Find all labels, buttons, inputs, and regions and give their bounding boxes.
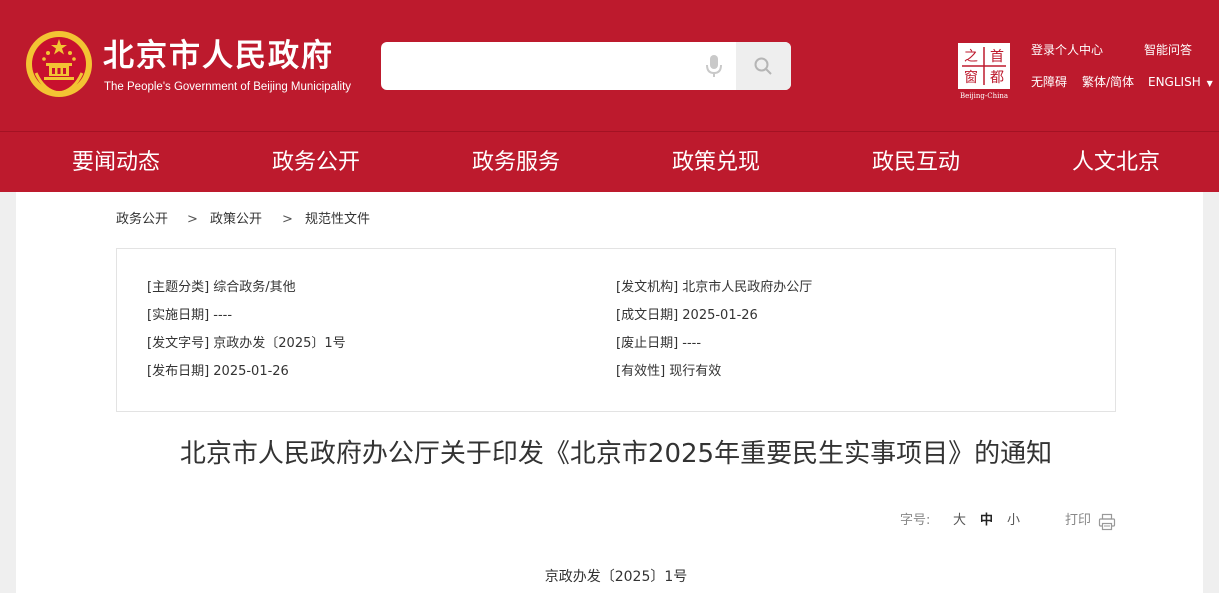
microphone-icon[interactable] <box>700 52 728 80</box>
window-logo-char: 窗 <box>964 69 978 86</box>
breadcrumb-item[interactable]: 规范性文件 <box>305 212 370 228</box>
print-link[interactable]: 打印 <box>1065 513 1091 529</box>
font-size-large[interactable]: 大 <box>953 513 966 529</box>
breadcrumb-separator: > <box>282 212 293 227</box>
smart-qa-link[interactable]: 智能问答 <box>1144 42 1192 58</box>
site-name-english: The People's Government of Beijing Munic… <box>104 81 352 93</box>
document-meta-box <box>116 248 1116 412</box>
search-input[interactable] <box>381 42 736 90</box>
caret-down-icon: ▼ <box>1206 79 1213 88</box>
breadcrumb-separator: > <box>187 212 198 227</box>
font-size-medium[interactable]: 中 <box>980 513 993 529</box>
main-nav: 要闻动态 政务公开 政务服务 政策兑现 政民互动 人文北京 <box>0 131 1219 192</box>
window-logo-caption: Beijing-China <box>960 92 1008 100</box>
search-button[interactable] <box>736 42 791 90</box>
printer-icon[interactable] <box>1098 513 1116 531</box>
search-box <box>381 42 791 90</box>
english-label: ENGLISH <box>1148 75 1201 89</box>
meta-repeal-date: [废止日期] ---- <box>616 336 702 351</box>
document-title: 北京市人民政府办公厅关于印发《北京市2025年重要民生实事项目》的通知 <box>179 439 1053 469</box>
nav-item-gov-affairs[interactable]: 政务公开 <box>236 132 396 193</box>
meta-validity: [有效性] 现行有效 <box>616 364 722 379</box>
english-link[interactable]: ENGLISH ▼ <box>1148 74 1213 92</box>
nav-item-news[interactable]: 要闻动态 <box>36 132 196 193</box>
window-logo-icon[interactable]: 之 首 都 窗 Beijing-China <box>956 42 1012 100</box>
site-name[interactable]: 北京市人民政府 <box>103 38 334 74</box>
login-link[interactable]: 登录个人中心 <box>1031 42 1103 58</box>
meta-effective-date: [实施日期] ---- <box>147 308 233 323</box>
meta-written-date: [成文日期] 2025-01-26 <box>616 308 758 323</box>
nav-item-policy[interactable]: 政策兑现 <box>636 132 796 193</box>
meta-doc-number: [发文字号] 京政办发〔2025〕1号 <box>147 336 346 351</box>
search-icon <box>754 57 772 75</box>
nav-item-interaction[interactable]: 政民互动 <box>836 132 996 193</box>
font-size-label: 字号: <box>900 513 931 528</box>
nav-item-culture[interactable]: 人文北京 <box>1036 132 1196 193</box>
window-logo-char: 首 <box>990 49 1004 65</box>
meta-topic: [主题分类] 综合政务/其他 <box>147 280 296 295</box>
national-emblem-icon[interactable] <box>24 29 94 99</box>
traditional-simplified-link[interactable]: 繁体/简体 <box>1082 74 1134 90</box>
window-logo-char: 之 <box>964 49 978 65</box>
nav-item-services[interactable]: 政务服务 <box>436 132 596 193</box>
meta-issuer: [发文机构] 北京市人民政府办公厅 <box>616 280 813 295</box>
font-size-small[interactable]: 小 <box>1007 513 1020 529</box>
breadcrumb-item[interactable]: 政务公开 <box>116 212 168 228</box>
meta-publish-date: [发布日期] 2025-01-26 <box>147 364 289 379</box>
window-logo-char: 都 <box>990 70 1004 86</box>
breadcrumb-item[interactable]: 政策公开 <box>210 212 262 228</box>
accessibility-link[interactable]: 无障碍 <box>1031 74 1067 90</box>
document-number: 京政办发〔2025〕1号 <box>544 569 688 585</box>
